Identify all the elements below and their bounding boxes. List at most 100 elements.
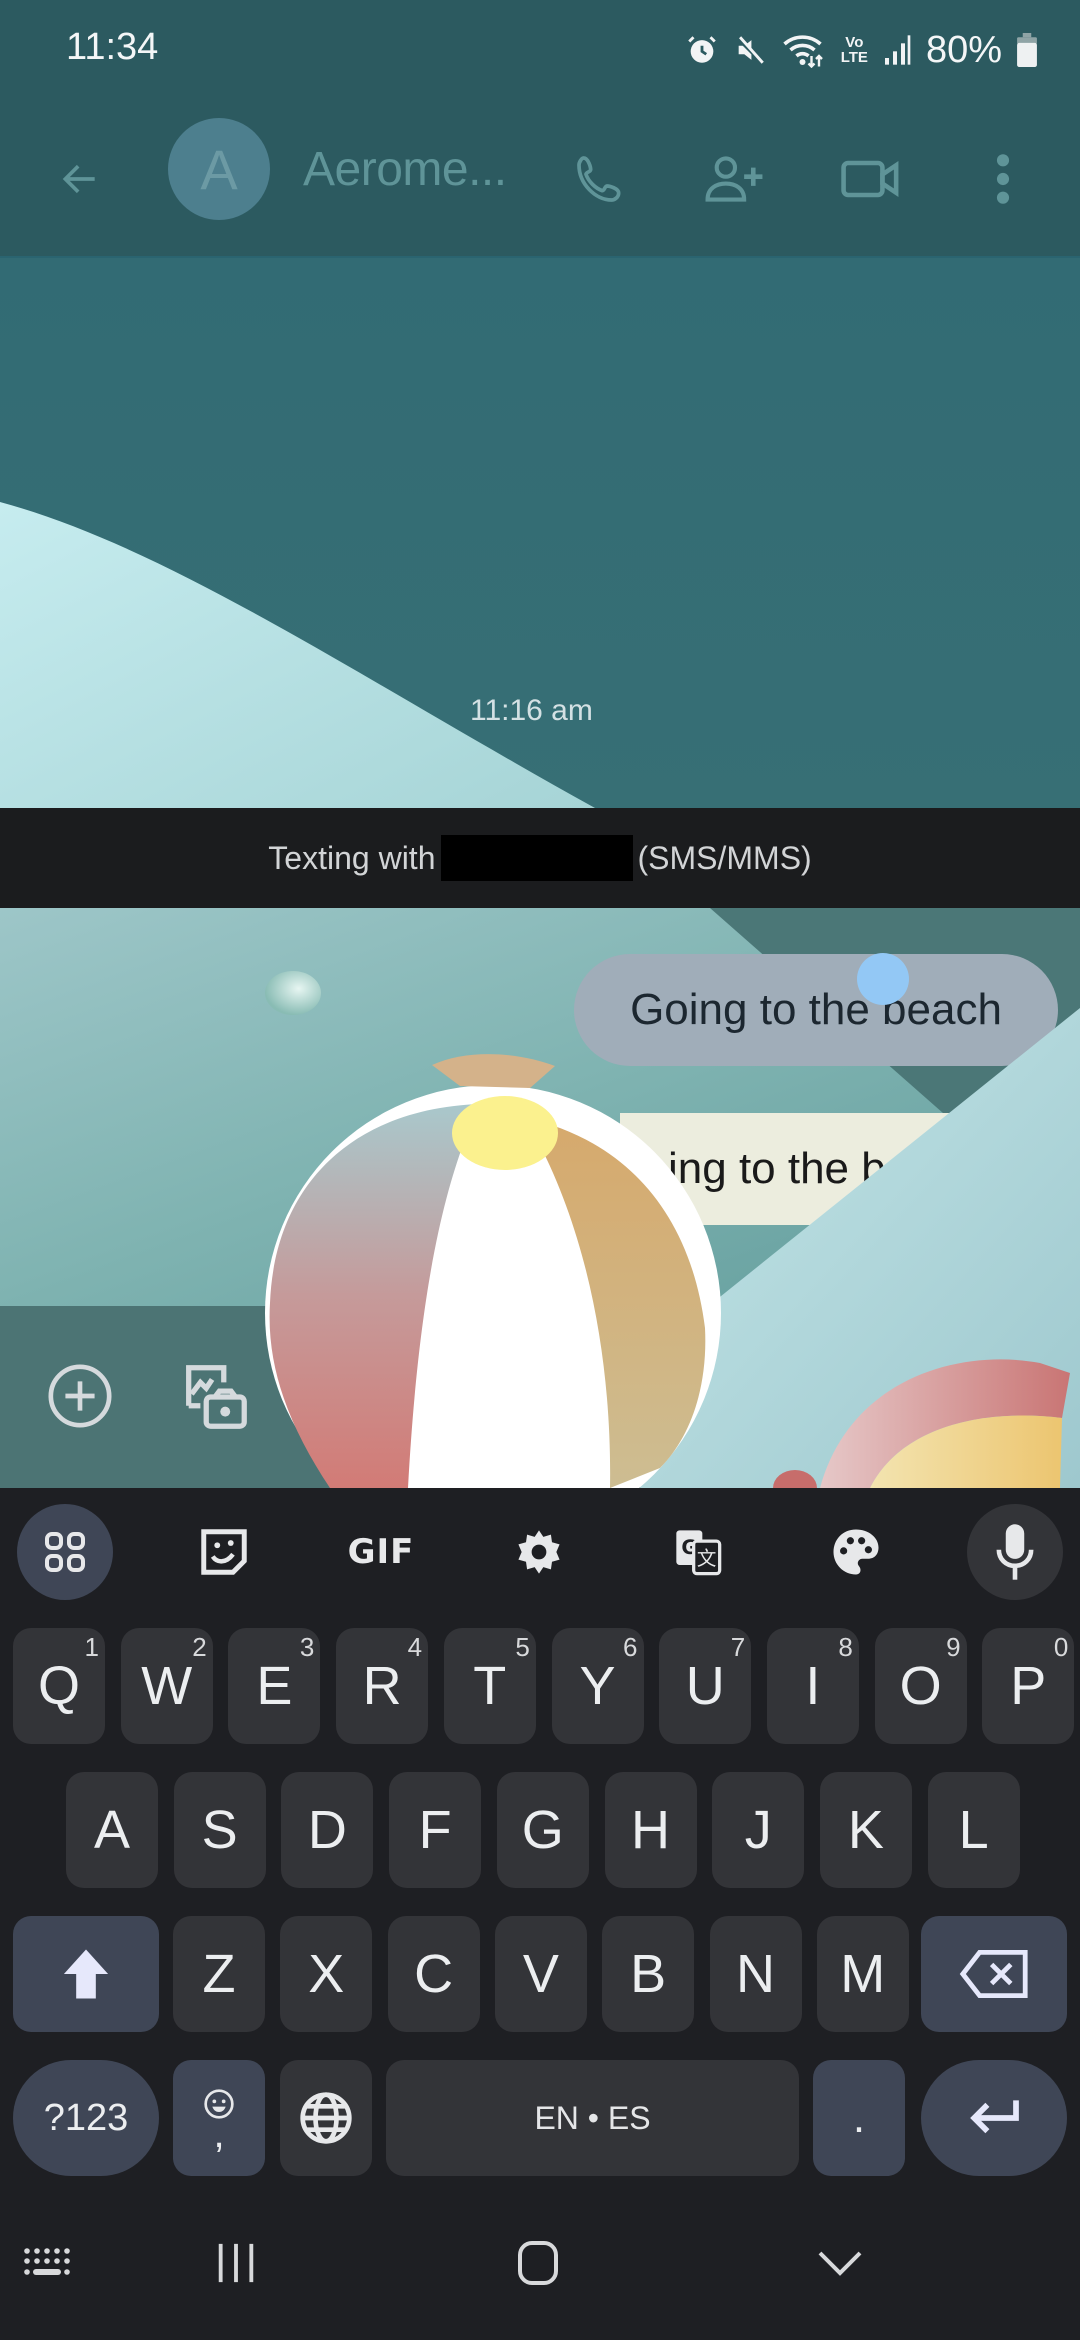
key-label: B xyxy=(630,1944,667,2004)
key-t[interactable]: T5 xyxy=(443,1628,536,1744)
space-bar-label: EN • ES xyxy=(534,2099,651,2136)
home-icon xyxy=(518,2241,558,2285)
globe-icon xyxy=(300,2092,352,2144)
key-b[interactable]: B xyxy=(602,1916,695,2032)
recents-button[interactable] xyxy=(196,2186,276,2340)
key-label: A xyxy=(93,1800,131,1860)
theme-button[interactable] xyxy=(808,1504,904,1600)
key-c[interactable]: C xyxy=(387,1916,480,2032)
key-label: K xyxy=(847,1800,884,1860)
backspace-key[interactable] xyxy=(921,1916,1067,2032)
redacted-contact-name xyxy=(441,835,634,881)
status-time: 11:34 xyxy=(66,26,159,68)
add-person-button[interactable] xyxy=(690,100,780,258)
key-r[interactable]: R4 xyxy=(336,1628,429,1744)
shift-arrow-icon xyxy=(63,1949,109,1999)
key-hint: 8 xyxy=(838,1632,853,1662)
translate-button[interactable]: G文 xyxy=(650,1504,746,1600)
key-w[interactable]: W2 xyxy=(120,1628,213,1744)
key-v[interactable]: V xyxy=(494,1916,587,2032)
key-k[interactable]: K xyxy=(819,1772,912,1888)
key-hint: 5 xyxy=(515,1632,530,1662)
symbols-key[interactable]: ?123 xyxy=(13,2060,159,2176)
period-key[interactable]: . xyxy=(813,2060,905,2176)
key-label: O xyxy=(899,1656,942,1716)
key-l[interactable]: L xyxy=(927,1772,1020,1888)
key-label: F xyxy=(418,1800,452,1860)
home-button[interactable] xyxy=(498,2186,578,2340)
add-attachment-button[interactable] xyxy=(40,1356,120,1436)
gif-button[interactable]: GIF xyxy=(333,1504,429,1600)
key-label: X xyxy=(308,1944,345,2004)
signal-icon xyxy=(882,28,912,72)
pebble-shape xyxy=(265,971,321,1015)
key-d[interactable]: D xyxy=(281,1772,374,1888)
key-hint: 3 xyxy=(299,1632,315,1662)
phone-icon xyxy=(577,156,621,202)
gallery-button[interactable] xyxy=(170,1352,260,1442)
keyboard-apps-button[interactable] xyxy=(17,1504,113,1600)
key-s[interactable]: S xyxy=(173,1772,266,1888)
key-label: U xyxy=(685,1656,725,1716)
backspace-icon xyxy=(959,1950,1028,1998)
back-button[interactable] xyxy=(40,100,120,258)
mute-icon xyxy=(733,28,767,72)
key-j[interactable]: J xyxy=(712,1772,805,1888)
key-m[interactable]: M xyxy=(816,1916,909,2032)
status-icons: Vo LTE 80% xyxy=(685,24,1038,76)
microphone-icon xyxy=(996,1524,1034,1580)
call-button[interactable] xyxy=(560,100,640,258)
key-label: C xyxy=(414,1944,454,2004)
video-call-button[interactable] xyxy=(826,100,916,258)
key-h[interactable]: H xyxy=(604,1772,697,1888)
key-y[interactable]: Y6 xyxy=(551,1628,644,1744)
recents-icon xyxy=(218,2243,254,2283)
key-p[interactable]: P0 xyxy=(982,1628,1075,1744)
key-g[interactable]: G xyxy=(496,1772,589,1888)
keyboard-settings-button[interactable] xyxy=(491,1504,587,1600)
alarm-icon xyxy=(685,28,719,72)
key-i[interactable]: I8 xyxy=(766,1628,859,1744)
voice-input-button[interactable] xyxy=(967,1504,1063,1600)
palette-icon xyxy=(833,1529,879,1575)
key-u[interactable]: U7 xyxy=(659,1628,752,1744)
key-hint: 1 xyxy=(84,1632,99,1662)
beach-ball-shape xyxy=(265,1054,721,1488)
video-icon xyxy=(841,160,899,198)
period-label: . xyxy=(852,2093,866,2142)
sticker-button[interactable] xyxy=(176,1504,272,1600)
key-f[interactable]: F xyxy=(389,1772,482,1888)
key-e[interactable]: E3 xyxy=(228,1628,321,1744)
key-x[interactable]: X xyxy=(280,1916,373,2032)
svg-text:文: 文 xyxy=(697,1547,717,1570)
add-circle-icon xyxy=(48,1364,112,1428)
key-label: Z xyxy=(202,1944,236,2004)
message-timestamp: 11:16 am xyxy=(470,694,593,727)
contact-avatar[interactable]: A xyxy=(168,118,270,220)
key-a[interactable]: A xyxy=(66,1772,158,1888)
key-n[interactable]: N xyxy=(709,1916,802,2032)
beach-effect-overlay xyxy=(265,971,1080,1488)
key-label: Q xyxy=(37,1656,80,1716)
shift-key[interactable] xyxy=(13,1916,159,2032)
space-bar[interactable]: EN • ES xyxy=(386,2060,799,2176)
avatar-letter: A xyxy=(200,137,238,201)
key-label: S xyxy=(201,1800,238,1860)
emoji-comma-key[interactable]: , xyxy=(173,2060,265,2176)
conversation-app-bar: A Aerome... xyxy=(0,100,1080,258)
enter-key[interactable] xyxy=(921,2060,1067,2176)
gif-label: GIF xyxy=(347,1532,415,1572)
contact-name[interactable]: Aerome... xyxy=(303,142,507,197)
hide-keyboard-button[interactable] xyxy=(800,2186,880,2340)
person-add-icon xyxy=(705,156,763,202)
key-label: E xyxy=(256,1656,293,1716)
key-label: P xyxy=(1010,1656,1047,1716)
key-q[interactable]: Q1 xyxy=(13,1628,105,1744)
comma-label: , xyxy=(213,2112,225,2156)
language-switch-key[interactable] xyxy=(280,2060,372,2176)
key-z[interactable]: Z xyxy=(173,1916,265,2032)
keyboard-switch-button[interactable] xyxy=(20,2186,80,2340)
more-options-button[interactable] xyxy=(968,100,1038,258)
key-o[interactable]: O9 xyxy=(874,1628,967,1744)
wifi-icon xyxy=(781,28,827,72)
